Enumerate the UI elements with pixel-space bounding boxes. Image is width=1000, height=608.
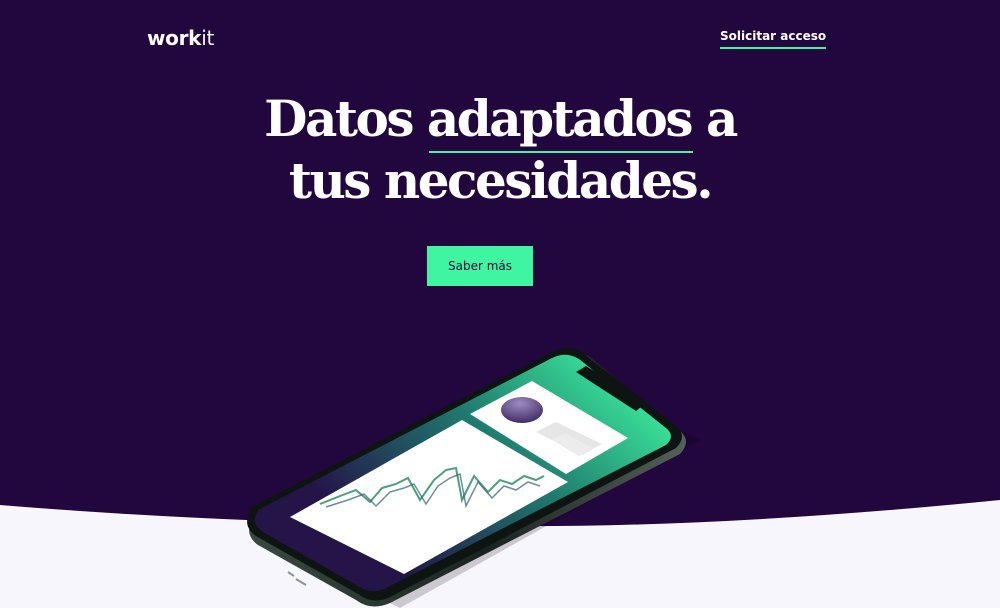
smartphone-with-chart-icon bbox=[247, 348, 700, 608]
